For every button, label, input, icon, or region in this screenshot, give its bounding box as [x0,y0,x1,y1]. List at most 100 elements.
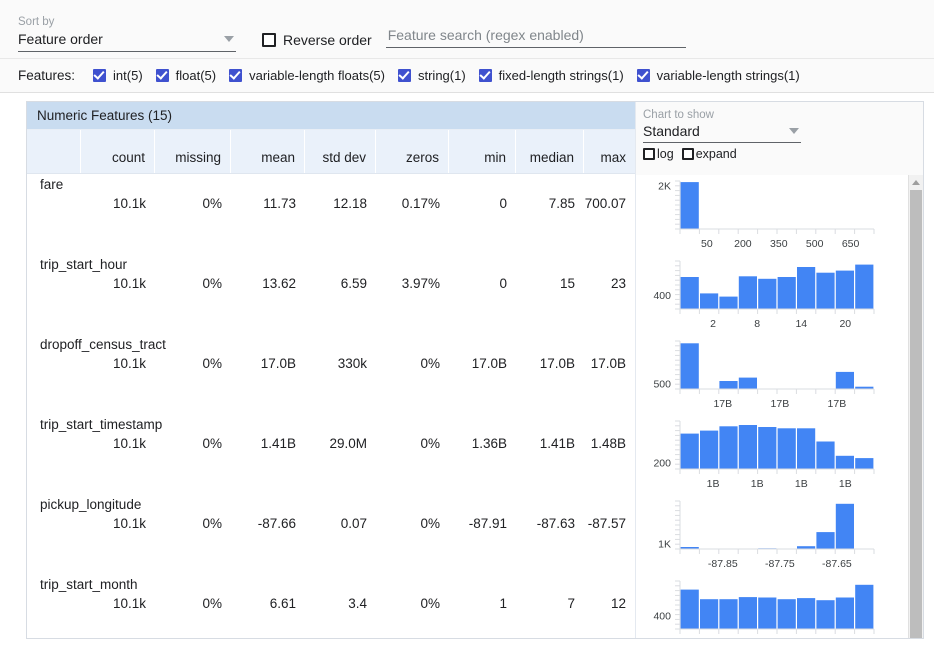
svg-text:-87.85: -87.85 [708,558,738,570]
reverse-order-checkbox[interactable]: Reverse order [262,32,372,52]
svg-text:-87.75: -87.75 [765,558,795,570]
column-header-std dev[interactable]: std dev [305,130,376,173]
cell-missing: 0% [202,196,222,211]
table-row[interactable]: trip_start_hour 10.1k 0% 13.62 6.59 3.97% 0 15 2… [27,254,635,334]
cell-zeros: 0% [420,436,440,451]
column-header-zeros[interactable]: zeros [376,130,449,173]
row-values: 10.1k 0% 17.0B 330k 0% 17.0B 17.0B 17.0B [27,356,635,371]
column-header-feature[interactable] [27,130,81,173]
cell-std_dev: 29.0M [329,436,367,451]
sort-by-control[interactable]: Sort by Feature order [18,15,236,52]
histogram-dropoff_census_tract[interactable]: 500 17B 17B 17B [636,335,923,415]
histogram-trip_start_timestamp[interactable]: 200 1B 1B 1B 1B [636,415,923,495]
spacer-cell [27,276,81,291]
cell-median: -87.63 [536,516,575,531]
column-header-missing[interactable]: missing [155,130,231,173]
table-row[interactable]: fare 10.1k 0% 11.73 12.18 0.17% 0 7.85 700.07 [27,174,635,254]
table-row[interactable]: dropoff_census_tract 10.1k 0% 17.0B 330k 0% 17… [27,334,635,414]
feature-filter-0[interactable]: int(5) [93,68,143,83]
cell-max: 12 [610,596,626,611]
checkbox-icon[interactable] [681,148,694,160]
chart-to-show-select[interactable]: Standard [643,122,801,143]
cell-std_dev: 12.18 [333,196,367,211]
features-panel: Numeric Features (15) count missing mean st… [26,101,924,639]
scroll-up-button[interactable] [909,175,923,189]
chart-list: 2K 50 200 350 500 650 400 2 8 14 20 500 17B 17B 17B 200… [636,175,923,638]
column-header-median[interactable]: median [516,130,584,173]
cell-zeros: 0% [420,596,440,611]
svg-text:-87.65: -87.65 [822,558,852,570]
sort-by-select[interactable]: Feature order [18,31,236,52]
checkbox-icon[interactable] [643,148,655,160]
svg-text:17B: 17B [771,398,790,410]
checkbox-icon[interactable] [636,69,650,82]
expand-checkbox[interactable]: expand [681,147,737,161]
feature-name: trip_start_hour [40,257,128,272]
cell-max: 17.0B [590,356,626,371]
checkbox-icon[interactable] [229,69,243,82]
svg-text:200: 200 [653,457,671,469]
feature-filter-5[interactable]: variable-length strings(1) [636,68,800,83]
cell-count: 10.1k [112,596,146,611]
scrollbar-thumb[interactable] [910,190,922,638]
svg-text:17B: 17B [828,398,847,410]
feature-name: fare [40,177,64,192]
checkbox-icon[interactable] [397,69,411,82]
spacer-cell [27,516,81,531]
feature-filter-3[interactable]: string(1) [397,68,466,83]
log-checkbox[interactable]: log [643,147,674,161]
cell-mean: 1.41B [260,436,296,451]
checkbox-icon[interactable] [262,33,276,47]
toolbar-row-features: Features: int(5) float(5) variable-length … [0,58,934,92]
svg-text:400: 400 [653,290,671,302]
feature-name: trip_start_timestamp [40,417,163,432]
feature-filter-label: variable-length floats(5) [249,68,385,83]
column-header-mean[interactable]: mean [231,130,305,173]
table-row[interactable]: pickup_longitude 10.1k 0% -87.66 0.07 0% -87.9… [27,494,635,574]
feature-filter-2[interactable]: variable-length floats(5) [229,68,385,83]
chevron-down-icon [789,128,799,134]
reverse-order-label: Reverse order [283,32,372,48]
histogram-trip_start_hour[interactable]: 400 2 8 14 20 [636,255,923,335]
sort-by-label: Sort by [18,16,55,28]
row-values: 10.1k 0% 6.61 3.4 0% 1 7 12 [27,596,635,611]
feature-name: trip_start_month [40,577,138,592]
table-row[interactable]: trip_start_timestamp 10.1k 0% 1.41B 29.0M 0% 1… [27,414,635,494]
cell-min: 1.36B [471,436,507,451]
histogram-trip_start_month[interactable]: 400 [636,575,923,638]
cell-std_dev: 3.4 [348,596,367,611]
feature-filter-4[interactable]: fixed-length strings(1) [478,68,624,83]
feature-name: dropoff_census_tract [40,337,166,352]
column-header-count[interactable]: count [81,130,155,173]
cell-std_dev: 0.07 [340,516,367,531]
column-header-min[interactable]: min [449,130,516,173]
scroll-up-arrow-icon [912,179,920,185]
feature-filter-1[interactable]: float(5) [155,68,216,83]
svg-text:500: 500 [806,238,824,250]
feature-search-input[interactable] [385,27,686,48]
row-values: 10.1k 0% 1.41B 29.0M 0% 1.36B 1.41B 1.48B [27,436,635,451]
cell-zeros: 0% [420,516,440,531]
column-header-max[interactable]: max [584,130,635,173]
svg-text:350: 350 [770,238,788,250]
svg-text:50: 50 [701,238,713,250]
cell-zeros: 3.97% [401,276,440,291]
expand-label: expand [695,147,737,161]
cell-missing: 0% [202,436,222,451]
table-body: fare 10.1k 0% 11.73 12.18 0.17% 0 7.85 700.07 tri… [27,174,635,638]
checkbox-icon[interactable] [478,69,492,82]
table-row[interactable]: trip_start_month 10.1k 0% 6.61 3.4 0% 1 7 12 [27,574,635,638]
page-title: Numeric Features (15) [37,108,173,123]
histogram-pickup_longitude[interactable]: 1K -87.85 -87.75 -87.65 [636,495,923,575]
section-title-band: Numeric Features (15) [27,102,635,130]
checkbox-icon[interactable] [155,69,169,82]
row-values: 10.1k 0% 13.62 6.59 3.97% 0 15 23 [27,276,635,291]
cell-count: 10.1k [112,436,146,451]
table-header-row: count missing mean std dev zeros min median max [27,130,635,174]
checkbox-icon[interactable] [93,69,107,82]
vertical-scrollbar[interactable] [908,175,923,638]
cell-max: 700.07 [584,196,626,211]
cell-missing: 0% [202,516,222,531]
svg-text:500: 500 [653,378,671,390]
histogram-fare[interactable]: 2K 50 200 350 500 650 [636,175,923,255]
